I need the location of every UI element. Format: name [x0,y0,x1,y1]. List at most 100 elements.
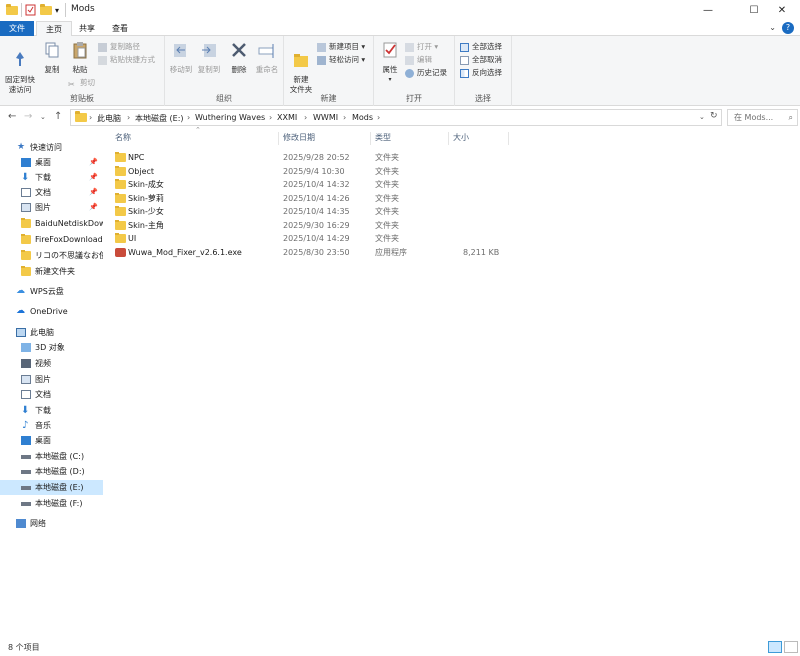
address-bar[interactable]: › 此电脑 › 本地磁盘 (E:) › Wuthering Waves › XX… [70,109,722,126]
file-row[interactable]: Skin-少女 2025/10/4 14:35 文件夹 [110,205,510,219]
window-title: Mods [71,4,95,14]
file-row[interactable]: Skin-萝莉 2025/10/4 14:26 文件夹 [110,192,510,206]
breadcrumb-drive-e[interactable]: 本地磁盘 (E:) [135,113,184,124]
address-dropdown-icon[interactable]: ⌄ [699,113,705,121]
breadcrumb-xxmi[interactable]: XXMI [277,113,297,122]
details-view-icon[interactable] [768,641,782,653]
nav-item-pictures[interactable]: 图片 📌 [0,200,103,215]
nav-wps-cloud[interactable]: ☁ WPS云盘 [0,284,103,299]
nav-item-pc-downloads[interactable]: ⬇ 下载 [0,403,103,418]
history-button[interactable]: 历史记录 [405,67,447,78]
nav-onedrive[interactable]: ☁ OneDrive [0,304,103,319]
select-group: 全部选择 全部取消 反向选择 选择 [455,36,512,106]
minimize-button[interactable]: — [690,0,726,20]
nav-item-music[interactable]: ♪ 音乐 [0,418,103,433]
column-header-size[interactable]: 大小 [453,130,469,146]
nav-item-pc-desktop[interactable]: 桌面 [0,433,103,448]
address-folder-icon [75,111,87,122]
move-to-button[interactable]: 移动到 [168,40,194,75]
rename-button[interactable]: 重命名 [253,40,281,75]
tab-share[interactable]: 共享 [70,21,104,36]
help-icon[interactable]: ? [782,22,794,34]
close-button[interactable]: ✕ [764,0,800,20]
breadcrumb-wuthering-waves[interactable]: Wuthering Waves [195,113,265,122]
back-arrow-icon[interactable]: ← [8,111,16,122]
file-row[interactable]: Skin-主角 2025/9/30 16:29 文件夹 [110,219,510,233]
nav-item-3d-objects[interactable]: 3D 对象 [0,340,103,355]
breadcrumb-wwmi[interactable]: WWMI [313,113,338,122]
breadcrumb-separator: › [269,113,273,122]
open-button[interactable]: 打开 ▾ [405,41,438,52]
easy-access-button[interactable]: 轻松访问 ▾ [317,54,365,65]
file-row[interactable]: UI 2025/10/4 14:29 文件夹 [110,232,510,246]
new-item-button[interactable]: 新建项目 ▾ [317,41,365,52]
nav-item-drive-e[interactable]: 本地磁盘 (E:) [0,480,103,495]
file-row[interactable]: Object 2025/9/4 10:30 文件夹 [110,165,510,179]
file-row[interactable]: NPC 2025/9/28 20:52 文件夹 [110,151,510,165]
nav-this-pc[interactable]: 此电脑 [0,325,103,340]
new-folder-quick-icon[interactable] [40,3,52,16]
nav-item-drive-d[interactable]: 本地磁盘 (D:) [0,464,103,479]
file-row[interactable]: Skin-成女 2025/10/4 14:32 文件夹 [110,178,510,192]
history-icon [405,68,414,78]
folder-icon [115,152,126,162]
tab-home[interactable]: 主页 [36,21,72,36]
nav-item-riko[interactable]: リコの不思議なお使 [0,248,103,263]
file-row[interactable]: Wuwa_Mod_Fixer_v2.6.1.exe 2025/8/30 23:50… [110,246,510,260]
nav-network[interactable]: 网络 [0,516,103,531]
column-separator[interactable] [370,132,371,145]
new-folder-button[interactable]: 新建 文件夹 [287,40,315,95]
nav-quick-access[interactable]: ★ 快速访问 [0,140,103,155]
nav-item-downloads[interactable]: ⬇ 下载 📌 [0,170,103,185]
nav-item-documents[interactable]: 文档 📌 [0,185,103,200]
copy-path-button[interactable]: 复制路径 [98,41,140,52]
nav-item-label: 本地磁盘 (F:) [35,499,83,508]
nav-item-firefox-download[interactable]: FireFoxDownload [0,232,103,247]
drive-icon [21,486,31,490]
nav-item-pc-pictures[interactable]: 图片 [0,372,103,387]
recent-locations-chevron-icon[interactable]: ⌄ [40,113,46,121]
copy-to-button[interactable]: 复制到 [196,40,222,75]
column-header-type[interactable]: 类型 [375,130,391,146]
file-name: Wuwa_Mod_Fixer_v2.6.1.exe [128,248,242,257]
column-separator[interactable] [448,132,449,145]
nav-item-desktop[interactable]: 桌面 📌 [0,155,103,170]
copy-button[interactable]: 复制 [40,40,64,75]
tab-file[interactable]: 文件 [0,21,34,36]
column-separator[interactable] [278,132,279,145]
paste-button[interactable]: 粘贴 [68,40,92,75]
folder-icon [21,218,31,228]
navigation-pane: ★ 快速访问 桌面 📌 ⬇ 下载 📌 文档 📌 图片 📌 BaiduNetdis… [0,130,103,635]
select-none-button[interactable]: 全部取消 [460,54,502,65]
properties-button[interactable]: 属性 ▾ [377,40,403,85]
tab-view[interactable]: 查看 [103,21,137,36]
nav-item-baidu[interactable]: BaiduNetdiskDow [0,216,103,231]
file-name: Skin-主角 [128,221,164,230]
invert-selection-button[interactable]: 反向选择 [460,67,502,78]
nav-item-drive-c[interactable]: 本地磁盘 (C:) [0,449,103,464]
large-icons-view-icon[interactable] [784,641,798,653]
column-header-date[interactable]: 修改日期 [283,130,315,146]
properties-check-icon[interactable] [25,4,36,16]
delete-button[interactable]: 删除 [228,40,250,75]
chevron-down-icon[interactable]: ⌄ [769,23,776,32]
quick-access-dropdown-icon[interactable]: ▾ [55,4,59,16]
refresh-icon[interactable]: ↻ [710,111,718,121]
paste-shortcut-button[interactable]: 粘贴快捷方式 [98,54,155,65]
nav-item-pc-documents[interactable]: 文档 [0,387,103,402]
cut-button[interactable]: ✂ 剪切 [68,77,95,89]
pin-quick-access-button[interactable]: 固定到快 速访问 [4,40,36,95]
up-arrow-icon[interactable]: ↑ [54,111,62,122]
open-label: 打开 [417,42,432,51]
nav-item-videos[interactable]: 视频 [0,356,103,371]
breadcrumb-this-pc[interactable]: 此电脑 [97,113,121,124]
edit-button[interactable]: 编辑 [405,54,432,65]
select-all-button[interactable]: 全部选择 [460,41,502,52]
column-separator[interactable] [508,132,509,145]
nav-item-new-folder[interactable]: 新建文件夹 [0,264,103,279]
forward-arrow-icon[interactable]: → [24,111,32,122]
search-input[interactable]: 在 Mods... ⌕ [727,109,798,126]
nav-item-drive-f[interactable]: 本地磁盘 (F:) [0,496,103,511]
column-header-name[interactable]: 名称 [115,130,131,146]
breadcrumb-mods[interactable]: Mods [352,113,373,122]
